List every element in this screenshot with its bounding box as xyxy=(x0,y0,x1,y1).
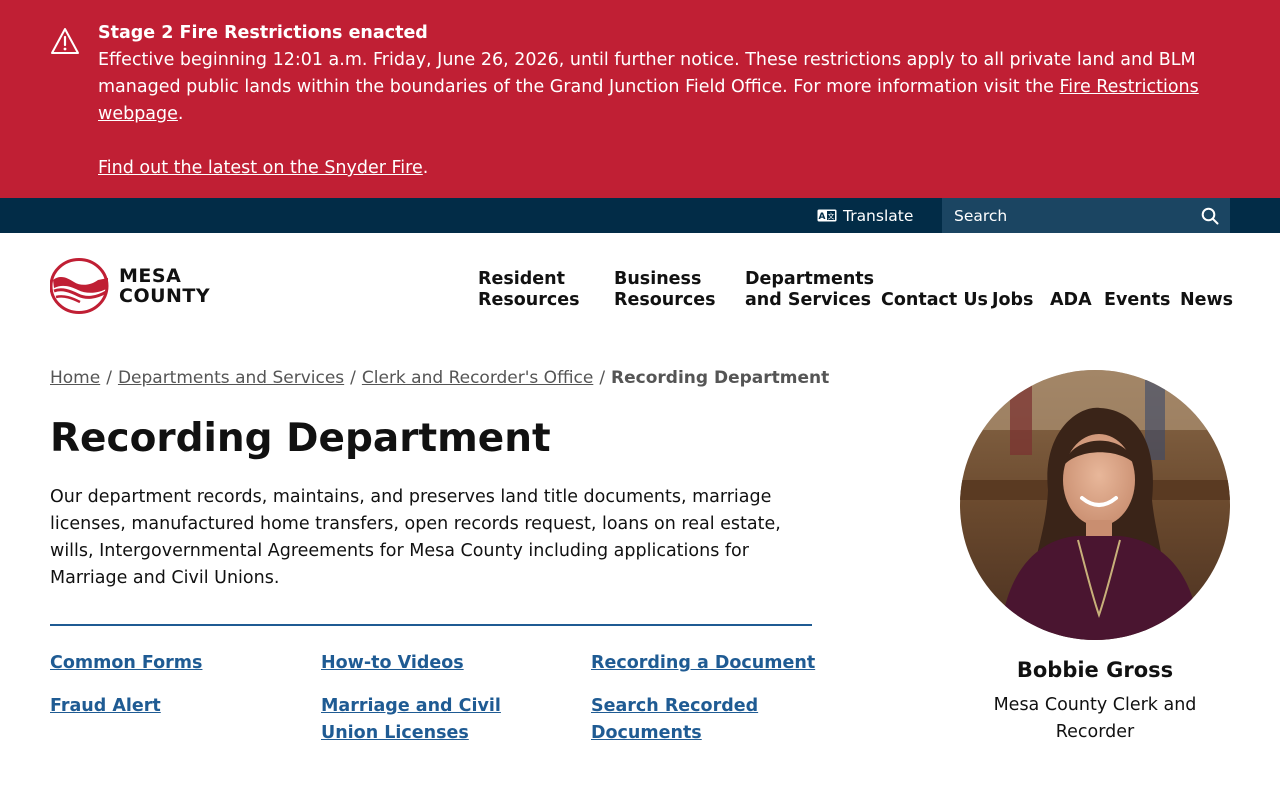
profile-name: Bobbie Gross xyxy=(1016,658,1174,682)
breadcrumb-clerk[interactable]: Clerk and Recorder's Office xyxy=(362,368,593,388)
section-divider xyxy=(50,624,812,626)
nav-jobs[interactable]: Jobs xyxy=(992,290,1033,311)
breadcrumb-separator: / xyxy=(599,368,606,388)
nav-business-resources[interactable]: Business Resources xyxy=(614,269,716,311)
nav-business-line1: Business xyxy=(614,269,702,289)
nav-departments-line1: Departments xyxy=(745,269,875,289)
alert-text-end: . xyxy=(177,104,184,124)
link-marriage-licenses[interactable]: Marriage and Civil Union Licenses xyxy=(321,693,551,747)
translate-button[interactable]: A 文 Translate xyxy=(817,198,913,233)
nav-ada[interactable]: ADA xyxy=(1050,290,1092,311)
profile-role: Mesa County Clerk and Recorder xyxy=(993,695,1197,742)
link-search-recorded-documents[interactable]: Search Recorded Documents xyxy=(591,693,781,747)
breadcrumb: Home / Departments and Services / Clerk … xyxy=(50,368,829,388)
alert-text: Effective beginning 12:01 a.m. Friday, J… xyxy=(98,50,1196,97)
link-fraud-alert[interactable]: Fraud Alert xyxy=(50,693,161,720)
utility-bar: A 文 Translate xyxy=(0,198,1280,233)
translate-label: Translate xyxy=(843,206,914,225)
alert-title: Stage 2 Fire Restrictions enacted xyxy=(98,23,428,43)
portrait-image xyxy=(960,370,1230,640)
breadcrumb-home[interactable]: Home xyxy=(50,368,100,388)
snyder-fire-link[interactable]: Find out the latest on the Snyder Fire xyxy=(98,158,423,178)
nav-business-line2: Resources xyxy=(614,290,716,310)
nav-resident-resources[interactable]: Resident Resources xyxy=(478,269,580,311)
breadcrumb-separator: / xyxy=(106,368,112,388)
intro-paragraph: Our department records, maintains, and p… xyxy=(50,487,781,588)
svg-text:文: 文 xyxy=(828,212,835,221)
search-icon xyxy=(1201,207,1219,224)
alert-spacer xyxy=(98,128,1208,155)
link-how-to-videos[interactable]: How-to Videos xyxy=(321,650,464,677)
alert-banner: Stage 2 Fire Restrictions enacted Effect… xyxy=(0,0,1280,198)
main-navigation: Resident Resources Business Resources De… xyxy=(0,268,1280,318)
breadcrumb-separator: / xyxy=(350,368,356,388)
link-recording-a-document[interactable]: Recording a Document xyxy=(591,650,815,677)
breadcrumb-current: Recording Department xyxy=(611,368,830,388)
nav-contact-us[interactable]: Contact Us xyxy=(881,290,988,311)
warning-icon xyxy=(51,28,79,54)
nav-departments-and-services[interactable]: Departments and Services xyxy=(745,269,874,311)
search-box xyxy=(942,198,1230,233)
breadcrumb-departments[interactable]: Departments and Services xyxy=(118,368,344,388)
nav-events[interactable]: Events xyxy=(1104,290,1170,311)
search-input[interactable] xyxy=(942,198,1190,233)
page-title: Recording Department xyxy=(50,416,551,461)
snyder-link-end: . xyxy=(422,158,429,178)
nav-resident-line2: Resources xyxy=(478,290,580,310)
clerk-portrait xyxy=(960,370,1230,640)
search-button[interactable] xyxy=(1190,198,1230,233)
nav-resident-line1: Resident xyxy=(478,269,565,289)
nav-departments-line2: and Services xyxy=(745,290,872,310)
link-common-forms[interactable]: Common Forms xyxy=(50,650,202,677)
alert-body: Stage 2 Fire Restrictions enacted Effect… xyxy=(98,20,1208,182)
svg-text:A: A xyxy=(819,212,826,222)
translate-icon: A 文 xyxy=(817,209,837,222)
nav-news[interactable]: News xyxy=(1180,290,1233,311)
